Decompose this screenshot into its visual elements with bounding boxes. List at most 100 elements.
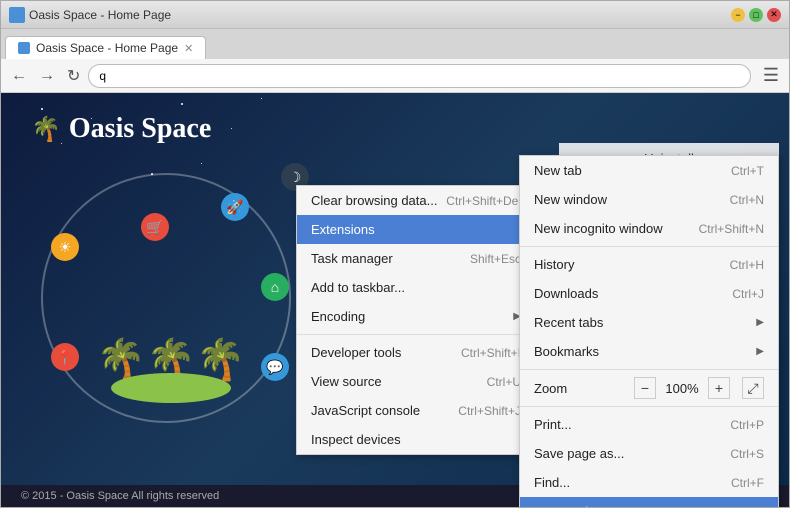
new-incognito-label: New incognito window (534, 221, 663, 236)
browser-frame: Oasis Space - Home Page − □ ✕ Oasis Spac… (0, 0, 790, 508)
recent-tabs-label: Recent tabs (534, 315, 603, 330)
encoding-item[interactable]: Encoding ▶ (297, 302, 535, 331)
new-tab-label: New tab (534, 163, 582, 178)
bookmarks-label: Bookmarks (534, 344, 599, 359)
save-page-shortcut: Ctrl+S (730, 447, 764, 461)
downloads-item[interactable]: Downloads Ctrl+J (520, 279, 778, 308)
page-content: 🌴 Oasis Space ☀ 🛒 🚀 ☽ ⌂ 💬 📍 ↻ 🌴🌴🌴 (1, 93, 789, 507)
chrome-menu-button[interactable]: ☰ (759, 63, 783, 88)
active-tab[interactable]: Oasis Space - Home Page ✕ (5, 36, 206, 59)
clear-browsing-data-item[interactable]: Clear browsing data... Ctrl+Shift+Del (297, 186, 535, 215)
title-bar-left: Oasis Space - Home Page (9, 7, 171, 23)
more-tools-item[interactable]: More tools ▶ (520, 497, 778, 507)
javascript-console-shortcut: Ctrl+Shift+J (458, 404, 521, 418)
fullscreen-button[interactable]: ⤢ (742, 377, 764, 399)
site-logo: 🌴 Oasis Space (31, 113, 211, 145)
sun-icon: ☀ (51, 233, 79, 261)
browser-icon (9, 7, 25, 23)
pin-icon: 📍 (51, 343, 79, 371)
separator-r3 (520, 406, 778, 407)
recent-tabs-arrow-icon: ▶ (756, 317, 764, 328)
clear-browsing-data-label: Clear browsing data... (311, 193, 437, 208)
find-label: Find... (534, 475, 570, 490)
zoom-label: Zoom (534, 381, 628, 396)
view-source-item[interactable]: View source Ctrl+U (297, 367, 535, 396)
tab-favicon (18, 42, 30, 54)
javascript-console-label: JavaScript console (311, 403, 420, 418)
find-shortcut: Ctrl+F (731, 476, 764, 490)
new-tab-item[interactable]: New tab Ctrl+T (520, 156, 778, 185)
javascript-console-item[interactable]: JavaScript console Ctrl+Shift+J (297, 396, 535, 425)
separator-r1 (520, 246, 778, 247)
star (261, 98, 262, 99)
extensions-label: Extensions (311, 222, 375, 237)
tab-label: Oasis Space - Home Page (36, 41, 178, 55)
print-label: Print... (534, 417, 572, 432)
new-window-item[interactable]: New window Ctrl+N (520, 185, 778, 214)
print-shortcut: Ctrl+P (730, 418, 764, 432)
more-tools-arrow-icon: ▶ (756, 506, 764, 507)
title-bar: Oasis Space - Home Page − □ ✕ (1, 1, 789, 29)
separator-r2 (520, 369, 778, 370)
chat-icon: 💬 (261, 353, 289, 381)
save-page-label: Save page as... (534, 446, 624, 461)
new-window-shortcut: Ctrl+N (730, 193, 764, 207)
star (231, 128, 232, 129)
new-window-label: New window (534, 192, 607, 207)
tab-bar: Oasis Space - Home Page ✕ (1, 29, 789, 59)
cart-icon: 🛒 (141, 213, 169, 241)
new-tab-shortcut: Ctrl+T (731, 164, 764, 178)
tab-close-button[interactable]: ✕ (184, 42, 193, 55)
island-ground (111, 373, 231, 403)
separator-1 (297, 334, 535, 335)
zoom-in-button[interactable]: + (708, 377, 730, 399)
inspect-devices-item[interactable]: Inspect devices (297, 425, 535, 454)
add-to-taskbar-label: Add to taskbar... (311, 280, 405, 295)
window-title: Oasis Space - Home Page (29, 8, 171, 22)
bookmarks-arrow-icon: ▶ (756, 346, 764, 357)
downloads-shortcut: Ctrl+J (732, 287, 764, 301)
view-source-shortcut: Ctrl+U (487, 375, 521, 389)
star (41, 108, 43, 110)
task-manager-shortcut: Shift+Esc (470, 252, 521, 266)
zoom-value: 100% (662, 381, 702, 396)
history-item[interactable]: History Ctrl+H (520, 250, 778, 279)
zoom-row: Zoom − 100% + ⤢ (520, 373, 778, 403)
more-tools-label: More tools (534, 504, 595, 507)
find-item[interactable]: Find... Ctrl+F (520, 468, 778, 497)
history-shortcut: Ctrl+H (730, 258, 764, 272)
task-manager-label: Task manager (311, 251, 393, 266)
address-bar[interactable] (88, 64, 750, 88)
new-incognito-shortcut: Ctrl+Shift+N (699, 222, 764, 236)
site-name: Oasis Space (69, 113, 211, 145)
view-source-label: View source (311, 374, 382, 389)
window-controls: − □ ✕ (731, 8, 781, 22)
new-incognito-window-item[interactable]: New incognito window Ctrl+Shift+N (520, 214, 778, 243)
chrome-main-menu: New tab Ctrl+T New window Ctrl+N New inc… (519, 155, 779, 507)
footer-copyright: © 2015 - Oasis Space All rights reserved (21, 490, 219, 502)
close-button[interactable]: ✕ (767, 8, 781, 22)
add-to-taskbar-item[interactable]: Add to taskbar... (297, 273, 535, 302)
task-manager-item[interactable]: Task manager Shift+Esc (297, 244, 535, 273)
maximize-button[interactable]: □ (749, 8, 763, 22)
home-icon: ⌂ (261, 273, 289, 301)
more-tools-submenu: Clear browsing data... Ctrl+Shift+Del Ex… (296, 185, 536, 455)
developer-tools-shortcut: Ctrl+Shift+I (461, 346, 521, 360)
extensions-item[interactable]: Extensions (297, 215, 535, 244)
clear-browsing-data-shortcut: Ctrl+Shift+Del (446, 194, 521, 208)
zoom-out-button[interactable]: − (634, 377, 656, 399)
bookmarks-item[interactable]: Bookmarks ▶ (520, 337, 778, 366)
print-item[interactable]: Print... Ctrl+P (520, 410, 778, 439)
forward-button[interactable]: → (35, 65, 59, 87)
recent-tabs-item[interactable]: Recent tabs ▶ (520, 308, 778, 337)
minimize-button[interactable]: − (731, 8, 745, 22)
back-button[interactable]: ← (7, 65, 31, 87)
logo-palm-icon: 🌴 (31, 115, 61, 144)
save-page-item[interactable]: Save page as... Ctrl+S (520, 439, 778, 468)
developer-tools-item[interactable]: Developer tools Ctrl+Shift+I (297, 338, 535, 367)
star (181, 103, 183, 105)
encoding-label: Encoding (311, 309, 365, 324)
island-illustration: ☀ 🛒 🚀 ☽ ⌂ 💬 📍 ↻ 🌴🌴🌴 (21, 153, 321, 443)
inspect-devices-label: Inspect devices (311, 432, 401, 447)
reload-button[interactable]: ↻ (63, 64, 84, 88)
